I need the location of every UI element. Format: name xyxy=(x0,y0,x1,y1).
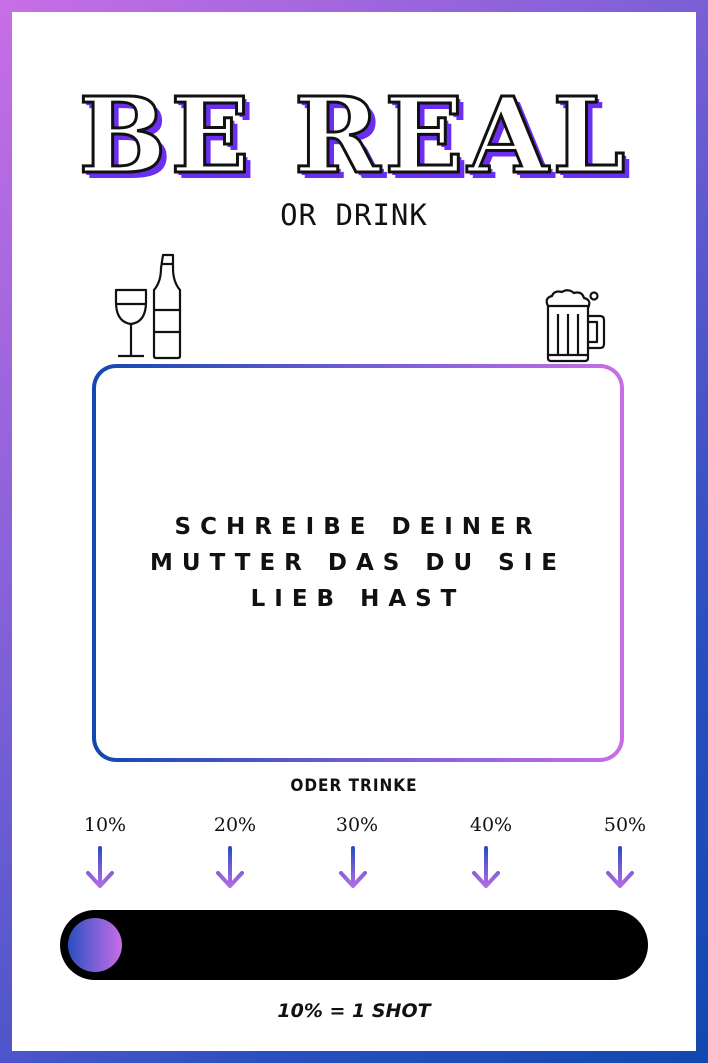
down-arrow-icon xyxy=(216,846,244,888)
down-arrow-icon xyxy=(606,846,634,888)
poster-card: BE REAL OR DRINK SCHREIBE DEINER MUTTER … xyxy=(12,12,696,1051)
challenge-card: SCHREIBE DEINER MUTTER DAS DU SIE LIEB H… xyxy=(96,368,620,758)
progress-knob xyxy=(68,918,122,972)
level-label-40: 40% xyxy=(469,814,513,836)
down-arrow-icon xyxy=(472,846,500,888)
level-label-20: 20% xyxy=(213,814,257,836)
down-arrow-icon xyxy=(86,846,114,888)
challenge-frame: SCHREIBE DEINER MUTTER DAS DU SIE LIEB H… xyxy=(92,364,624,762)
wine-glass-and-bottle-icon xyxy=(114,253,182,360)
poster-border: BE REAL OR DRINK SCHREIBE DEINER MUTTER … xyxy=(0,0,708,1063)
beer-mug-icon xyxy=(545,289,606,363)
page-subtitle: OR DRINK xyxy=(280,198,428,232)
level-label-50: 50% xyxy=(603,814,647,836)
page-title: BE REAL xyxy=(77,74,630,197)
challenge-text: SCHREIBE DEINER MUTTER DAS DU SIE LIEB H… xyxy=(150,514,566,612)
drink-progress-bar xyxy=(60,910,648,980)
shot-legend: 10% = 1 SHOT xyxy=(277,1000,431,1022)
level-label-30: 30% xyxy=(335,814,379,836)
drink-label: ODER TRINKE xyxy=(290,776,418,796)
level-label-10: 10% xyxy=(83,814,127,836)
down-arrow-icon xyxy=(339,846,367,888)
